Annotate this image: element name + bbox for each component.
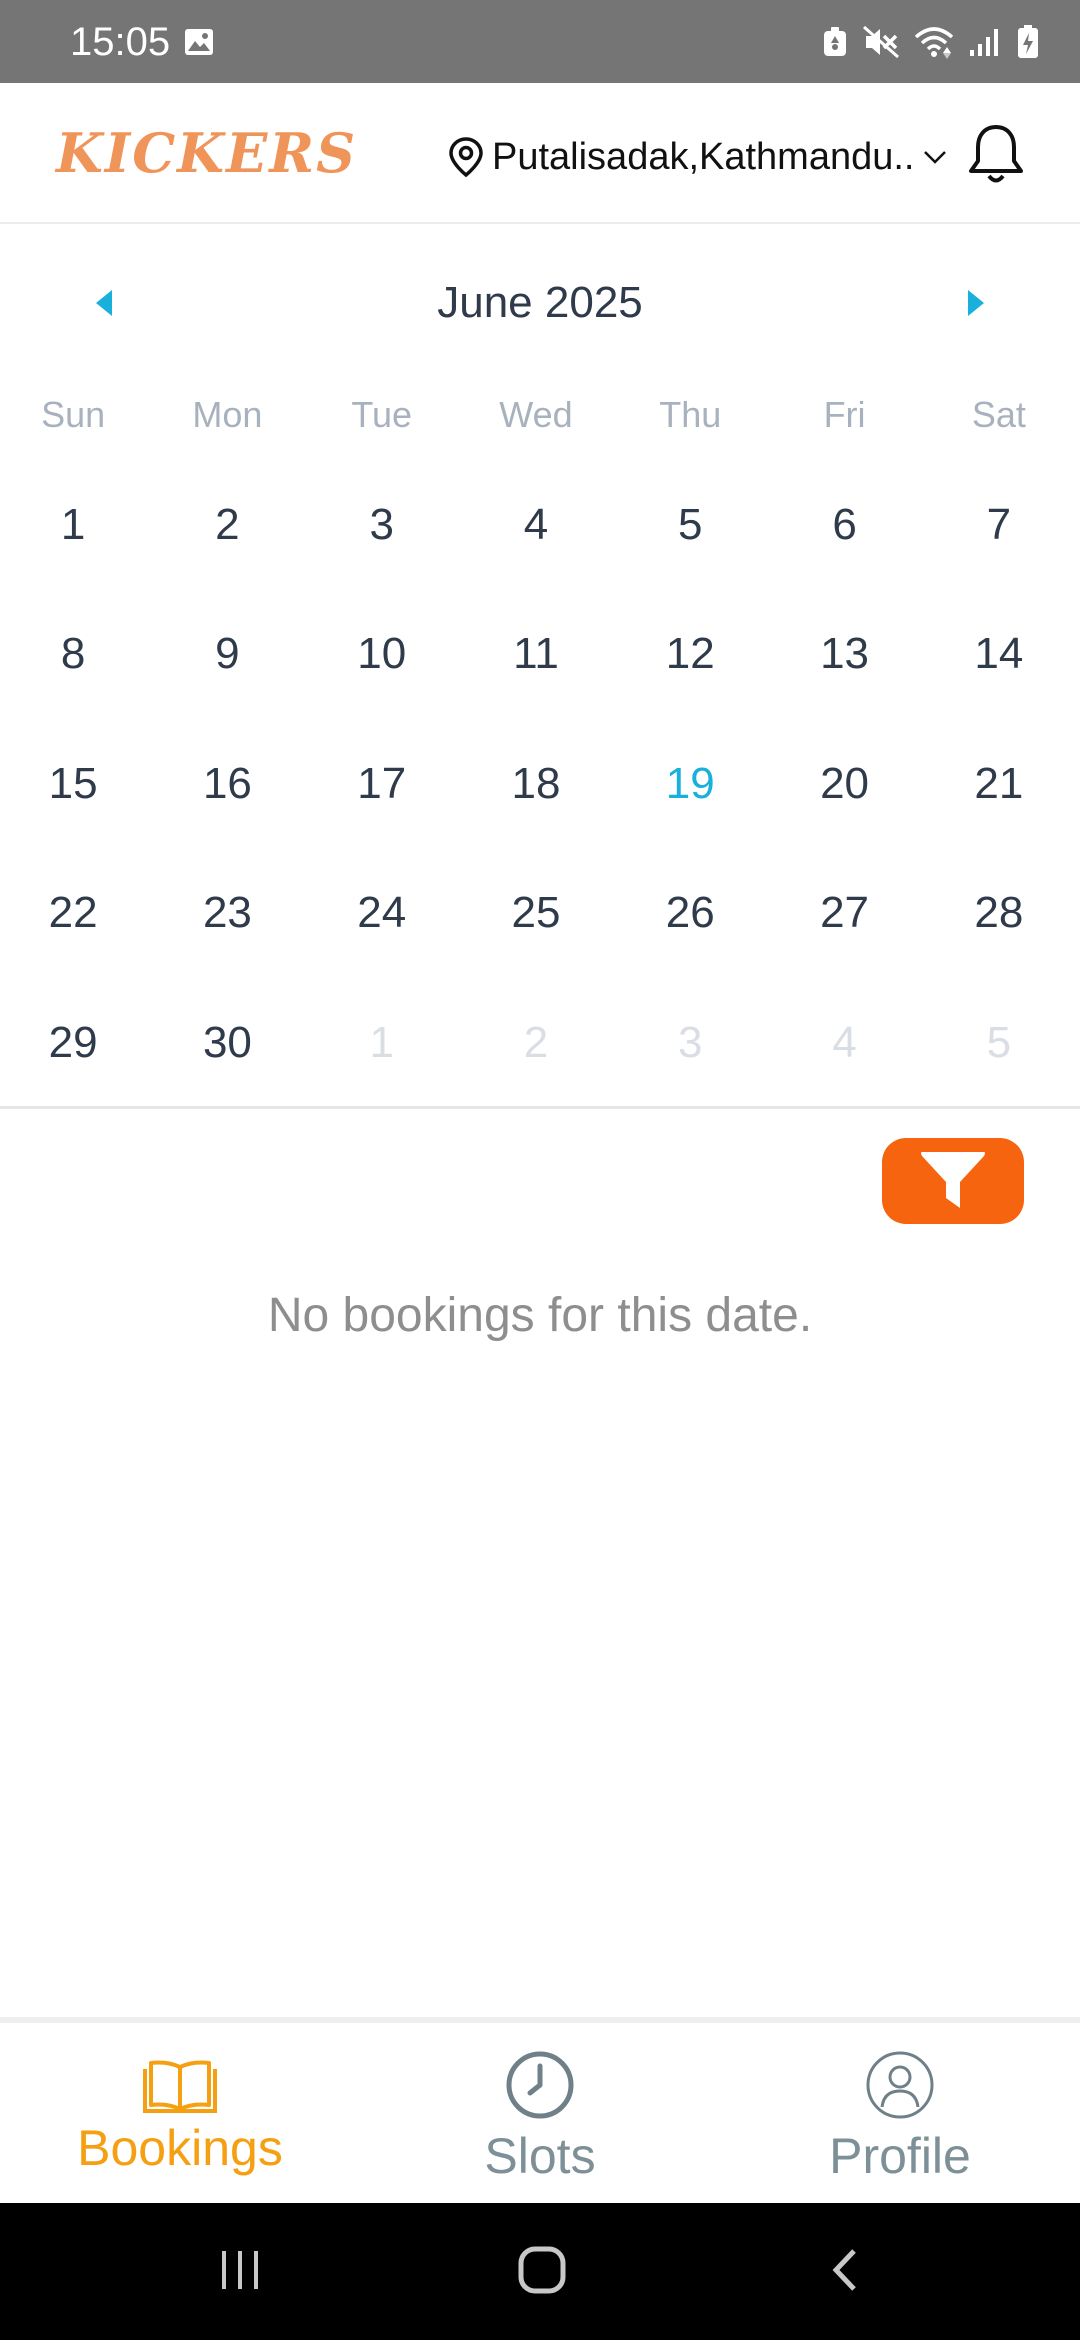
calendar-day[interactable]: 8 bbox=[0, 590, 150, 720]
system-navigation-bar bbox=[0, 2203, 1080, 2340]
weekday-label: Fri bbox=[823, 394, 866, 435]
month-title: June 2025 bbox=[437, 278, 643, 327]
calendar-day-next-month[interactable]: 3 bbox=[613, 978, 767, 1108]
nav-label: Bookings bbox=[77, 2120, 283, 2176]
gallery-icon bbox=[185, 29, 213, 55]
filter-button[interactable] bbox=[882, 1138, 1024, 1224]
calendar-day[interactable]: 26 bbox=[613, 849, 767, 979]
signal-icon bbox=[970, 29, 998, 56]
filter-icon bbox=[921, 1152, 985, 1208]
nav-bookings[interactable]: Bookings bbox=[0, 2023, 360, 2209]
nav-slots[interactable]: Slots bbox=[360, 2023, 720, 2209]
calendar-day[interactable]: 5 bbox=[613, 460, 767, 590]
calendar-day[interactable]: 25 bbox=[459, 849, 613, 979]
calendar-day[interactable]: 24 bbox=[305, 849, 459, 979]
calendar-day[interactable]: 2 bbox=[150, 460, 304, 590]
recent-apps-icon[interactable] bbox=[218, 2245, 262, 2295]
clock-icon bbox=[506, 2051, 574, 2119]
wifi-icon bbox=[914, 27, 954, 59]
battery-icon bbox=[1018, 25, 1038, 58]
book-icon bbox=[143, 2060, 217, 2113]
calendar-day-next-month[interactable]: 2 bbox=[459, 978, 613, 1108]
mute-icon bbox=[863, 25, 899, 59]
next-month-button[interactable] bbox=[958, 286, 992, 320]
calendar-day[interactable]: 20 bbox=[767, 719, 921, 849]
calendar-day[interactable]: 23 bbox=[150, 849, 304, 979]
calendar-day[interactable]: 6 bbox=[767, 460, 921, 590]
weekday-label: Thu bbox=[659, 394, 722, 435]
calendar-day[interactable]: 27 bbox=[767, 849, 921, 979]
home-icon[interactable] bbox=[517, 2245, 567, 2295]
app-logo: KICKERS bbox=[56, 121, 358, 185]
calendar-day-selected[interactable]: 19 bbox=[613, 719, 767, 849]
divider bbox=[0, 1106, 1080, 1109]
calendar-day[interactable]: 15 bbox=[0, 719, 150, 849]
status-time: 15:05 bbox=[70, 20, 171, 64]
calendar-day[interactable]: 4 bbox=[459, 460, 613, 590]
calendar-day[interactable]: 29 bbox=[0, 978, 150, 1108]
empty-state-message: No bookings for this date. bbox=[267, 1289, 813, 1342]
calendar-header: June 2025 bbox=[0, 262, 1080, 346]
calendar-day[interactable]: 22 bbox=[0, 849, 150, 979]
calendar-day[interactable]: 17 bbox=[305, 719, 459, 849]
nav-label: Profile bbox=[829, 2128, 971, 2184]
weekday-header: Sun Mon Tue Wed Thu Fri Sat bbox=[0, 390, 1080, 440]
weekday-label: Sat bbox=[971, 394, 1026, 435]
calendar-day-next-month[interactable]: 1 bbox=[305, 978, 459, 1108]
calendar-day[interactable]: 21 bbox=[922, 719, 1076, 849]
nav-label: Slots bbox=[484, 2128, 596, 2184]
calendar-day[interactable]: 11 bbox=[459, 590, 613, 720]
weekday-label: Tue bbox=[351, 394, 413, 435]
calendar-day[interactable]: 30 bbox=[150, 978, 304, 1108]
calendar-day-next-month[interactable]: 4 bbox=[767, 978, 921, 1108]
calendar-day[interactable]: 13 bbox=[767, 590, 921, 720]
calendar-day[interactable]: 14 bbox=[922, 590, 1076, 720]
calendar-day[interactable]: 3 bbox=[305, 460, 459, 590]
battery-saver-icon bbox=[824, 27, 846, 56]
calendar-day[interactable]: 16 bbox=[150, 719, 304, 849]
chevron-down-icon bbox=[923, 151, 946, 164]
app-header: KICKERS Putalisadak,Kathmandu.. bbox=[0, 83, 1080, 224]
bottom-navigation: Bookings Slots Profile bbox=[0, 2017, 1080, 2209]
weekday-label: Mon bbox=[192, 394, 263, 435]
calendar-day[interactable]: 1 bbox=[0, 460, 150, 590]
status-icons bbox=[822, 20, 1040, 64]
calendar-day[interactable]: 18 bbox=[459, 719, 613, 849]
calendar-day[interactable]: 28 bbox=[922, 849, 1076, 979]
calendar-day[interactable]: 7 bbox=[922, 460, 1076, 590]
location-pin-icon bbox=[449, 137, 483, 178]
calendar-day[interactable]: 10 bbox=[305, 590, 459, 720]
nav-profile[interactable]: Profile bbox=[720, 2023, 1080, 2209]
status-bar: 15:05 bbox=[0, 0, 1080, 83]
calendar-day-next-month[interactable]: 5 bbox=[922, 978, 1076, 1108]
user-icon bbox=[866, 2051, 934, 2119]
location-label: Putalisadak,Kathmandu.. bbox=[492, 135, 915, 178]
weekday-label: Sun bbox=[41, 394, 106, 435]
back-icon[interactable] bbox=[828, 2245, 862, 2295]
bell-icon[interactable] bbox=[964, 121, 1028, 187]
weekday-label: Wed bbox=[499, 394, 573, 435]
location-selector[interactable]: Putalisadak,Kathmandu.. bbox=[448, 127, 947, 187]
calendar-day[interactable]: 9 bbox=[150, 590, 304, 720]
calendar-day[interactable]: 12 bbox=[613, 590, 767, 720]
calendar-grid: 1 2 3 4 5 6 7 8 9 10 11 12 13 14 15 16 1… bbox=[0, 460, 1080, 1108]
